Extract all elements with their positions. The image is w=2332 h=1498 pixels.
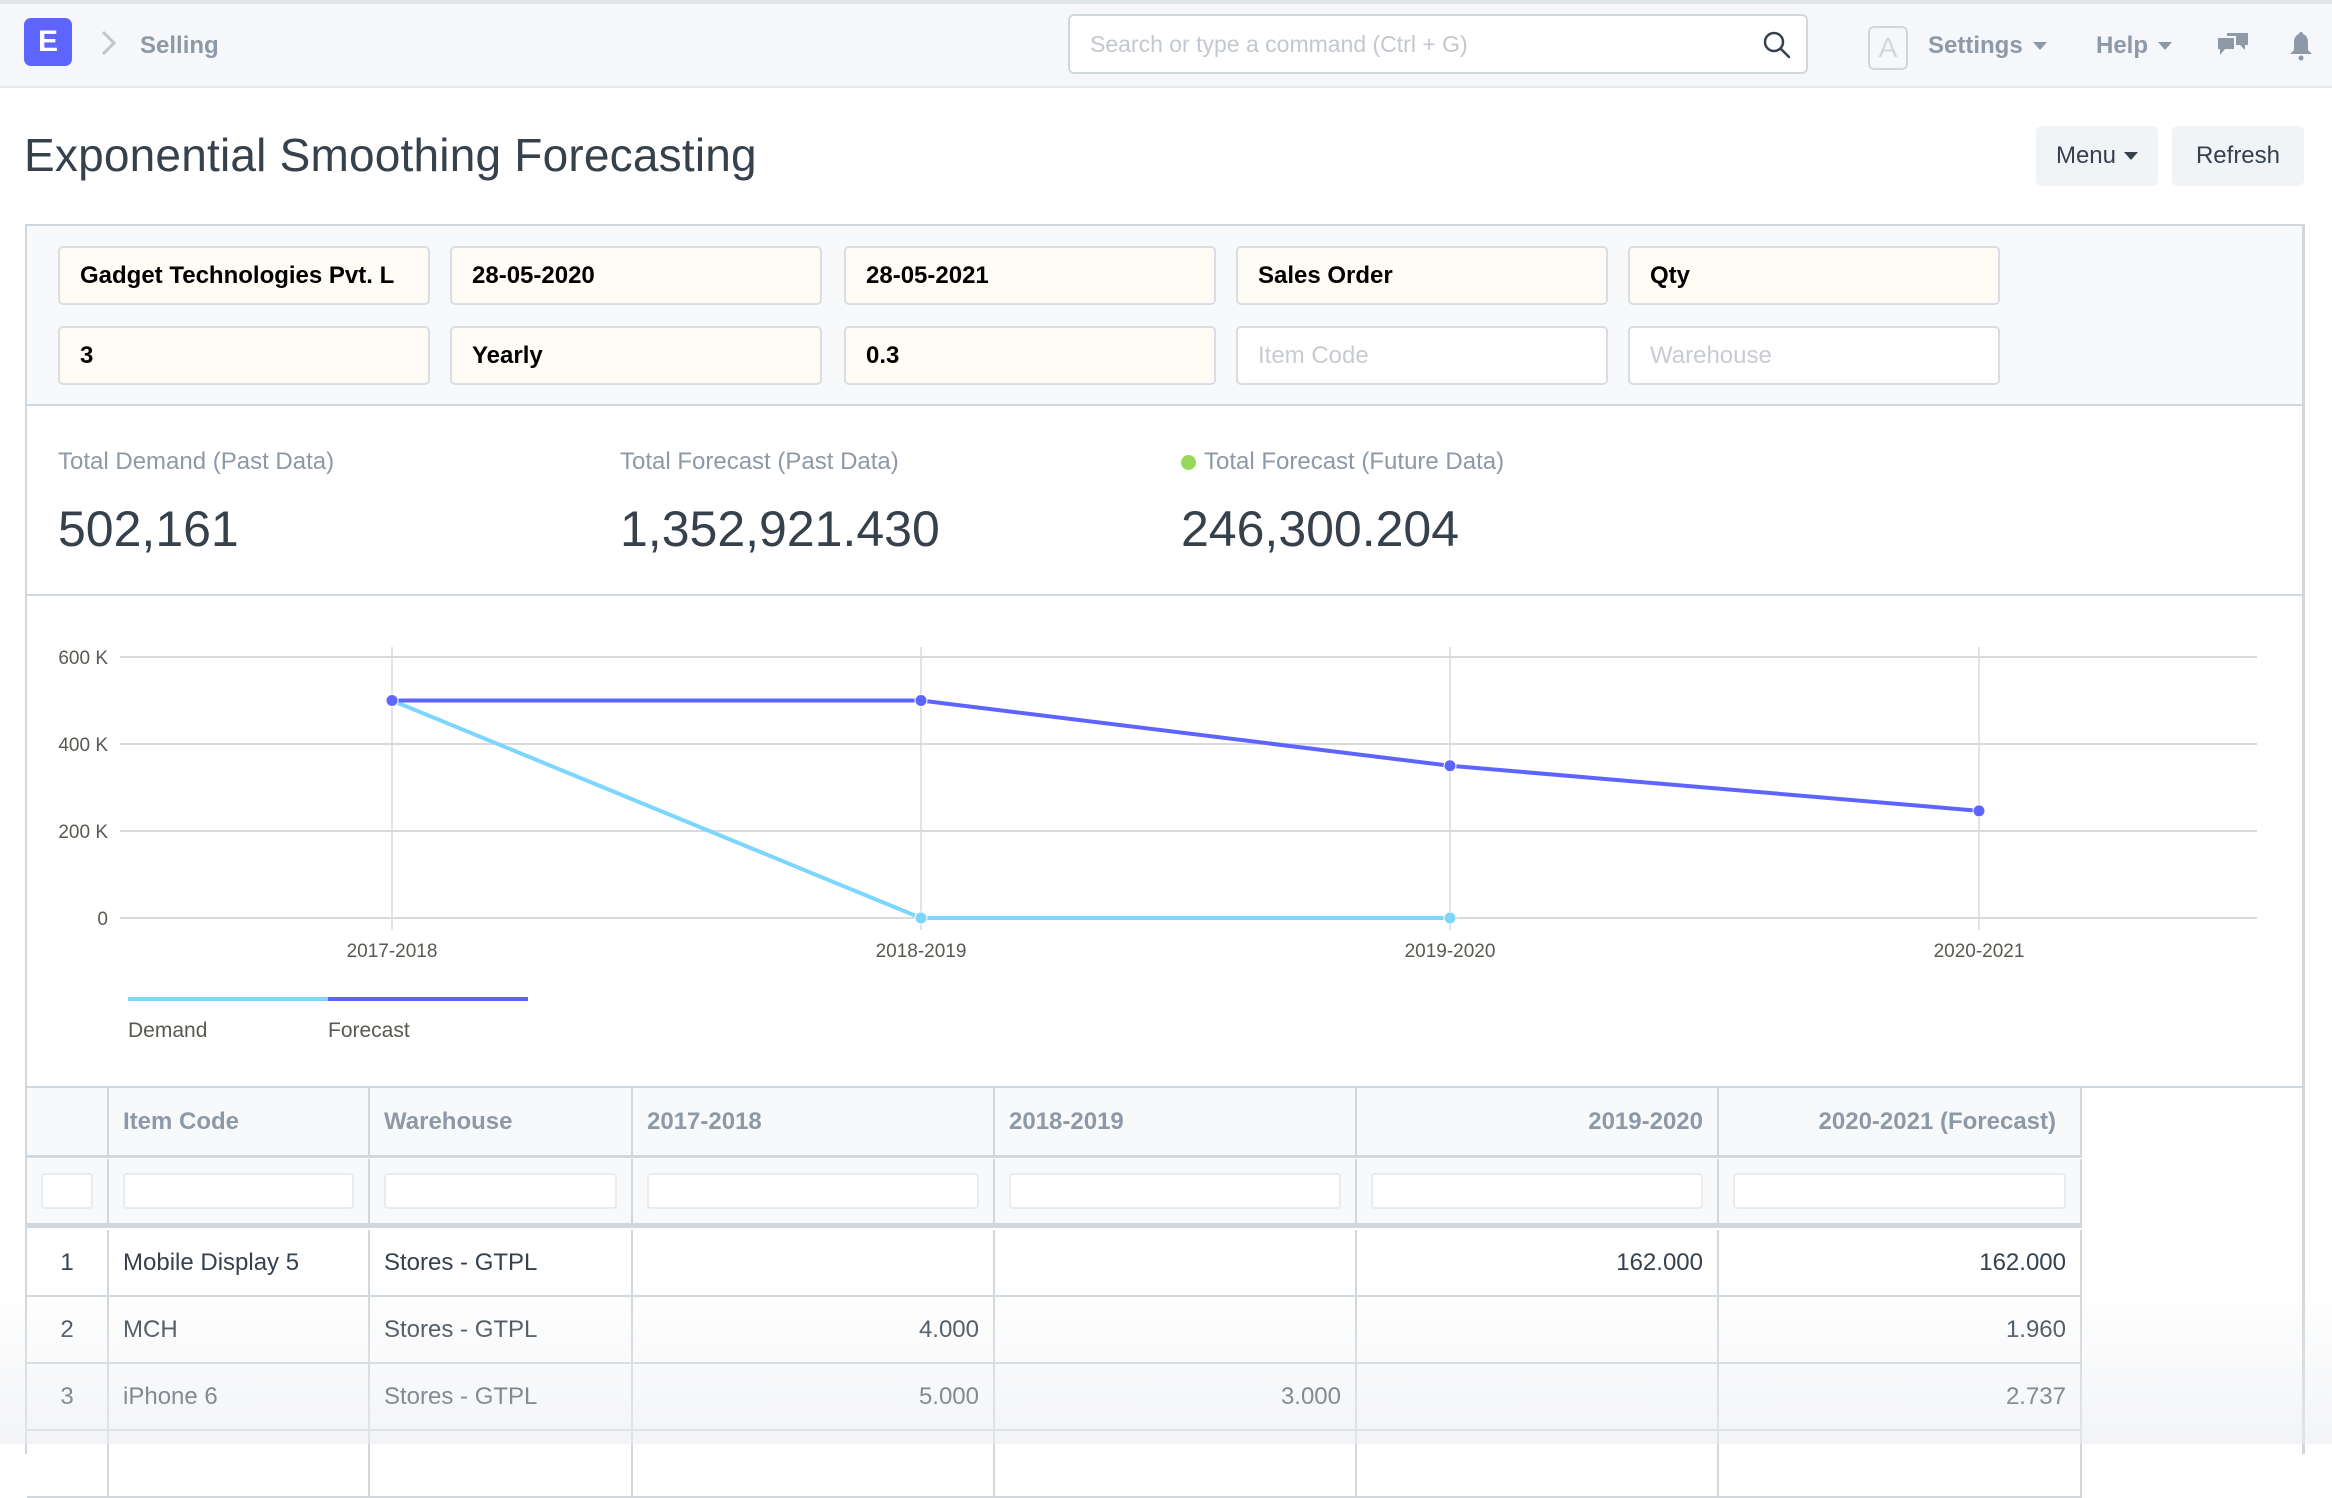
- legend-label-demand: Demand: [128, 1019, 207, 1042]
- legend-label-forecast: Forecast: [328, 1019, 410, 1042]
- warehouse-column-filter[interactable]: [384, 1173, 617, 1209]
- filter-cell: [370, 1159, 633, 1223]
- data-point-forecast: [1972, 804, 1986, 818]
- row-index: 3: [27, 1364, 109, 1429]
- filter-cell: [109, 1159, 370, 1223]
- data-point-demand: [914, 911, 928, 925]
- x-tick-label: 2018-2019: [876, 941, 967, 962]
- 2019-2020-column-filter[interactable]: [1371, 1173, 1703, 1209]
- cell-item-code[interactable]: MCH: [109, 1297, 370, 1362]
- cell-warehouse[interactable]: Stores - GTPL: [370, 1297, 633, 1362]
- cell-2019-2020[interactable]: 162.000: [1357, 1230, 1719, 1295]
- x-tick-label: 2019-2020: [1405, 941, 1496, 962]
- column-header-index: [27, 1088, 109, 1155]
- cell-2020-2021-forecast[interactable]: [1719, 1431, 2082, 1496]
- column-header-warehouse[interactable]: Warehouse: [370, 1088, 633, 1155]
- table-row[interactable]: 3 iPhone 6 Stores - GTPL 5.000 3.000 2.7…: [27, 1364, 2082, 1431]
- row-index: [27, 1431, 109, 1496]
- 2020-2021-column-filter[interactable]: [1733, 1173, 2066, 1209]
- line-chart: 0 200 K 400 K 600 K 2017-2018 2018-2019 2019-2…: [27, 598, 2302, 1088]
- cell-2020-2021-forecast[interactable]: 162.000: [1719, 1230, 2082, 1295]
- cell-2017-2018[interactable]: 5.000: [633, 1364, 995, 1429]
- cell-item-code[interactable]: iPhone 6: [109, 1364, 370, 1429]
- table-row[interactable]: 2 MCH Stores - GTPL 4.000 1.960: [27, 1297, 2082, 1364]
- filter-cell: [1719, 1159, 2082, 1223]
- cell-2019-2020[interactable]: [1357, 1364, 1719, 1429]
- y-tick-label: 0: [97, 909, 108, 930]
- data-point-forecast: [385, 694, 399, 707]
- cell-2019-2020[interactable]: [1357, 1431, 1719, 1496]
- cell-item-code[interactable]: [109, 1431, 370, 1496]
- table-row[interactable]: 1 Mobile Display 5 Stores - GTPL 162.000…: [27, 1230, 2082, 1297]
- index-filter-input[interactable]: [41, 1173, 93, 1209]
- cell-2020-2021-forecast[interactable]: 1.960: [1719, 1297, 2082, 1362]
- filter-cell: [27, 1159, 109, 1223]
- column-header-item-code[interactable]: Item Code: [109, 1088, 370, 1155]
- data-point-demand: [1443, 911, 1457, 925]
- cell-2019-2020[interactable]: [1357, 1297, 1719, 1362]
- item-code-column-filter[interactable]: [123, 1173, 354, 1209]
- series-line-forecast: [392, 698, 1980, 813]
- data-point-forecast: [1443, 759, 1457, 773]
- row-index: 2: [27, 1297, 109, 1362]
- cell-2020-2021-forecast[interactable]: 2.737: [1719, 1364, 2082, 1429]
- column-header-2020-2021-forecast[interactable]: 2020-2021 (Forecast): [1719, 1088, 2082, 1155]
- 2017-2018-column-filter[interactable]: [647, 1173, 979, 1209]
- x-tick-label: 2020-2021: [1934, 941, 2025, 962]
- cell-2018-2019[interactable]: [995, 1297, 1357, 1362]
- filter-cell: [1357, 1159, 1719, 1223]
- cell-warehouse[interactable]: Stores - GTPL: [370, 1364, 633, 1429]
- cell-warehouse[interactable]: Stores - GTPL: [370, 1230, 633, 1295]
- cell-item-code[interactable]: Mobile Display 5: [109, 1230, 370, 1295]
- filter-cell: [995, 1159, 1357, 1223]
- table-header-row: Item Code Warehouse 2017-2018 2018-2019 …: [27, 1088, 2082, 1158]
- x-tick-label: 2017-2018: [347, 941, 438, 962]
- cell-2018-2019[interactable]: [995, 1431, 1357, 1496]
- filter-cell: [633, 1159, 995, 1223]
- 2018-2019-column-filter[interactable]: [1009, 1173, 1341, 1209]
- data-point-forecast: [914, 694, 928, 707]
- y-tick-label: 400 K: [58, 735, 108, 756]
- cell-2018-2019[interactable]: [995, 1230, 1357, 1295]
- column-header-2018-2019[interactable]: 2018-2019: [995, 1088, 1357, 1155]
- report-panel: Gadget Technologies Pvt. L 28-05-2020 28…: [25, 224, 2305, 1498]
- chart-svg: 0 200 K 400 K 600 K 2017-2018 2018-2019 2019-2…: [58, 647, 2257, 1042]
- row-index: 1: [27, 1230, 109, 1295]
- cell-2017-2018[interactable]: 4.000: [633, 1297, 995, 1362]
- cell-warehouse[interactable]: [370, 1431, 633, 1496]
- y-tick-label: 600 K: [58, 648, 108, 669]
- column-header-2019-2020[interactable]: 2019-2020: [1357, 1088, 1719, 1155]
- cell-2017-2018[interactable]: [633, 1431, 995, 1496]
- cell-2018-2019[interactable]: 3.000: [995, 1364, 1357, 1429]
- cell-2017-2018[interactable]: [633, 1230, 995, 1295]
- y-tick-label: 200 K: [58, 822, 108, 843]
- table-row[interactable]: [27, 1431, 2082, 1498]
- column-header-2017-2018[interactable]: 2017-2018: [633, 1088, 995, 1155]
- table-filter-row: [27, 1159, 2082, 1228]
